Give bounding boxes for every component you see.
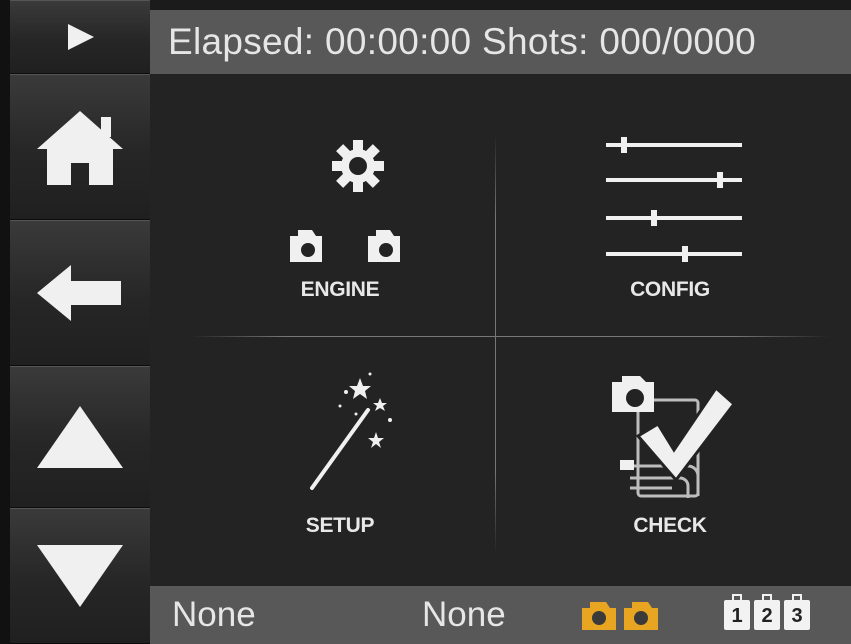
play-icon xyxy=(68,24,94,50)
main-menu: ENGINE CONFIG SETUP CHECK xyxy=(150,74,851,586)
channel-2-badge: 2 xyxy=(754,594,780,630)
up-button[interactable] xyxy=(10,366,150,508)
engine-label: ENGINE xyxy=(300,278,380,301)
sliders-icon xyxy=(606,137,742,262)
left-status-text: None xyxy=(172,595,256,634)
bottom-bar: None None 1 2 3 xyxy=(150,586,851,644)
check-tile[interactable]: CHECK xyxy=(520,370,820,590)
config-tile[interactable]: CONFIG xyxy=(520,114,820,334)
up-arrow-icon xyxy=(37,406,123,468)
divider-horizontal xyxy=(190,336,830,337)
back-arrow-icon xyxy=(37,265,121,321)
sidebar xyxy=(0,0,150,644)
engine-tile[interactable]: ENGINE xyxy=(190,114,490,334)
setup-label: SETUP xyxy=(305,514,375,537)
down-arrow-icon xyxy=(37,545,123,607)
elapsed-label: Elapsed: xyxy=(168,21,315,62)
status-bar: Elapsed: 00:00:00 Shots: 000/0000 xyxy=(150,10,851,74)
shots-label: Shots: xyxy=(482,21,589,62)
channel-1-badge: 1 xyxy=(724,594,750,630)
shots-value: 000/0000 xyxy=(599,21,757,62)
middle-status-text: None xyxy=(422,595,506,634)
back-button[interactable] xyxy=(10,220,150,366)
elapsed-value: 00:00:00 xyxy=(324,21,472,62)
config-label: CONFIG xyxy=(630,278,710,301)
home-button[interactable] xyxy=(10,74,150,220)
play-button[interactable] xyxy=(10,0,150,74)
check-label: CHECK xyxy=(633,514,707,537)
setup-tile[interactable]: SETUP xyxy=(190,370,490,590)
channel-3-badge: 3 xyxy=(784,594,810,630)
gear-cameras-icon xyxy=(290,140,400,262)
camera-1-indicator-icon xyxy=(582,602,616,630)
divider-vertical xyxy=(495,134,496,554)
down-button[interactable] xyxy=(10,508,150,644)
home-icon xyxy=(37,111,123,185)
camera-2-indicator-icon xyxy=(624,602,658,630)
